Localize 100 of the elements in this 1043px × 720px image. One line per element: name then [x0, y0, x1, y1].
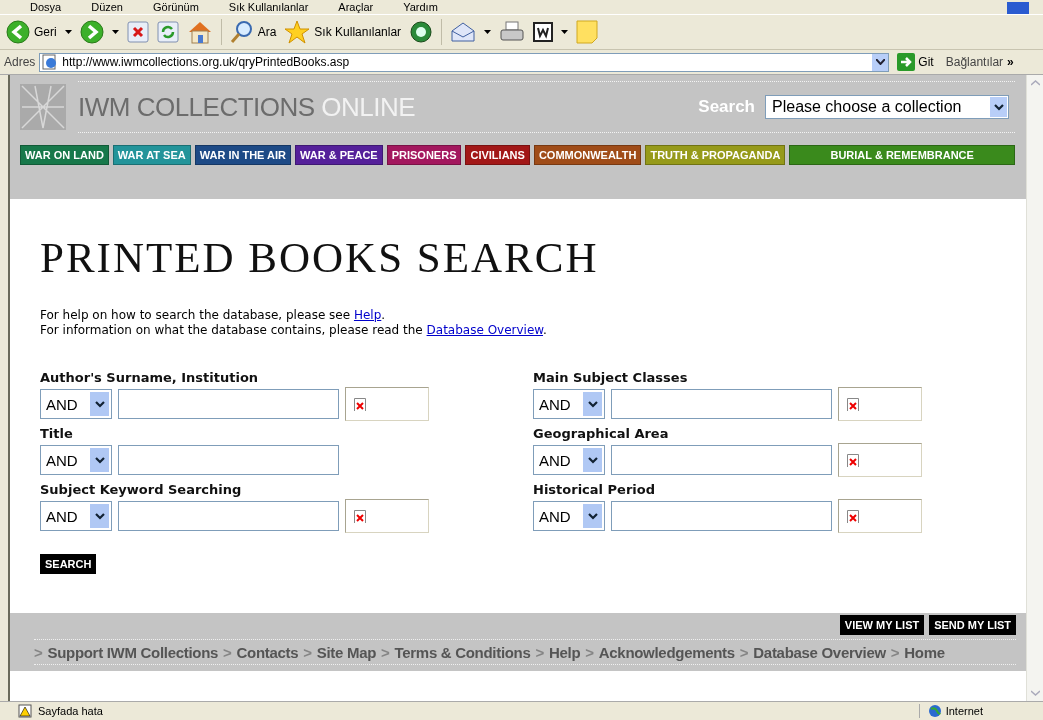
field-label: Geographical Area	[533, 426, 670, 442]
help-text: For information on what the database contains, please read the Database Overview.	[40, 323, 548, 338]
dropdown-caret-icon[interactable]	[587, 512, 598, 520]
refresh-icon[interactable]	[156, 21, 179, 43]
nav-tab[interactable]: WAR & PEACE	[295, 145, 383, 165]
separator-chevron: >	[34, 643, 43, 661]
nav-tab[interactable]: BURIAL & REMEMBRANCE	[789, 145, 1015, 165]
printer-icon[interactable]	[499, 20, 526, 44]
separator-chevron: >	[890, 643, 900, 661]
menu-item[interactable]: Araçlar	[338, 0, 374, 14]
globe-icon	[927, 704, 942, 718]
text-input[interactable]	[118, 389, 339, 419]
go-arrow-icon	[897, 53, 916, 71]
menu-item[interactable]: Görünüm	[153, 0, 199, 14]
broken-image-icon	[847, 509, 859, 523]
footer-link[interactable]: Site Map	[316, 643, 377, 661]
links-label[interactable]: Bağlantılar	[945, 55, 1004, 69]
menu-item[interactable]: Sık Kullanılanlar	[228, 0, 309, 14]
dropdown-caret-icon[interactable]	[64, 30, 72, 34]
star-icon[interactable]	[284, 20, 311, 44]
search-button[interactable]: SEARCH	[40, 554, 97, 574]
menu-item[interactable]: Düzen	[91, 0, 123, 14]
broken-image-icon	[847, 453, 859, 467]
text-input[interactable]	[118, 501, 339, 531]
menu-item[interactable]: Yardım	[403, 0, 438, 14]
lookup-button[interactable]	[838, 387, 922, 421]
footer-link[interactable]: Acknowledgements	[598, 643, 735, 661]
field-label: Main Subject Classes	[533, 370, 689, 386]
warning-page-icon	[18, 704, 32, 718]
nav-tab[interactable]: COMMONWEALTH	[533, 145, 642, 165]
separator-chevron: >	[739, 643, 749, 661]
search-label: Search	[698, 97, 755, 117]
mail-icon[interactable]	[450, 21, 477, 43]
dropdown-caret-icon[interactable]	[94, 400, 105, 408]
text-input[interactable]	[611, 389, 832, 419]
list-button[interactable]: SEND MY LIST	[929, 615, 1016, 635]
page-icon	[42, 54, 59, 70]
nav-tab[interactable]: PRISONERS	[386, 145, 462, 165]
zone-label: Internet	[945, 705, 983, 717]
text-input[interactable]	[611, 501, 832, 531]
broken-image-icon	[354, 509, 366, 523]
text-input[interactable]	[118, 445, 339, 475]
operator-select[interactable]: AND	[40, 389, 112, 419]
dropdown-caret-icon[interactable]	[993, 103, 1004, 111]
separator-chevron: >	[381, 643, 390, 661]
address-label: Adres	[4, 55, 36, 69]
address-field[interactable]: http://www.iwmcollections.org.uk/qryPrintedBooks.asp	[39, 52, 890, 72]
stop-icon[interactable]	[126, 21, 149, 43]
broken-image-icon	[847, 397, 859, 411]
nav-tab[interactable]: WAR AT SEA	[112, 145, 191, 165]
separator-chevron: >	[303, 643, 312, 661]
media-icon[interactable]	[409, 20, 434, 44]
field-label: Historical Period	[533, 482, 656, 498]
operator-select[interactable]: AND	[40, 445, 112, 475]
lookup-button[interactable]	[345, 387, 429, 421]
dropdown-caret-icon[interactable]	[875, 59, 885, 65]
footer-link[interactable]: Home	[904, 643, 945, 661]
separator-chevron: >	[223, 643, 232, 661]
footer-link[interactable]: Database Overview	[753, 643, 886, 661]
collection-select[interactable]: Please choose a collection	[765, 95, 1009, 119]
dropdown-caret-icon[interactable]	[587, 400, 598, 408]
dropdown-caret-icon[interactable]	[484, 30, 492, 34]
list-button[interactable]: VIEW MY LIST	[839, 615, 925, 635]
dropdown-caret-icon[interactable]	[111, 30, 119, 34]
lookup-button[interactable]	[838, 499, 922, 533]
dropdown-caret-icon[interactable]	[94, 456, 105, 464]
more-chevron[interactable]: »	[1007, 55, 1014, 69]
go-button[interactable]: Git	[897, 53, 934, 71]
document-icon[interactable]	[533, 22, 554, 42]
operator-select[interactable]: AND	[533, 445, 605, 475]
operator-select[interactable]: AND	[533, 389, 605, 419]
search-icon[interactable]	[229, 20, 254, 44]
lookup-button[interactable]	[345, 499, 429, 533]
dropdown-caret-icon[interactable]	[561, 30, 569, 34]
favorites-label[interactable]: Sık Kullanılanlar	[314, 25, 402, 39]
search-label[interactable]: Ara	[257, 25, 277, 39]
help-text: For help on how to search the database, please see Help.	[40, 308, 387, 323]
page-title: PRINTED BOOKS SEARCH	[40, 233, 600, 282]
dropdown-caret-icon[interactable]	[94, 512, 105, 520]
footer-link[interactable]: Terms & Conditions	[394, 643, 531, 661]
footer-link[interactable]: Help	[549, 643, 581, 661]
text-input[interactable]	[611, 445, 832, 475]
footer-link[interactable]: Support IWM Collections	[47, 643, 219, 661]
operator-select[interactable]: AND	[533, 501, 605, 531]
broken-image-icon	[354, 397, 366, 411]
field-label: Title	[40, 426, 74, 442]
nav-tab[interactable]: WAR ON LAND	[20, 145, 109, 165]
field-label: Subject Keyword Searching	[40, 482, 243, 498]
field-label: Author's Surname, Institution	[40, 370, 260, 386]
windows-logo-icon	[1007, 2, 1029, 14]
operator-select[interactable]: AND	[40, 501, 112, 531]
logo-icon	[20, 84, 66, 130]
nav-tab[interactable]: CIVILIANS	[465, 145, 530, 165]
menu-item[interactable]: Dosya	[30, 0, 62, 14]
separator-chevron: >	[585, 643, 594, 661]
lookup-button[interactable]	[838, 443, 922, 477]
footer-link[interactable]: Contacts	[236, 643, 299, 661]
nav-tab[interactable]: WAR IN THE AIR	[194, 145, 292, 165]
back-label[interactable]: Geri	[34, 25, 57, 39]
dropdown-caret-icon[interactable]	[587, 456, 598, 464]
